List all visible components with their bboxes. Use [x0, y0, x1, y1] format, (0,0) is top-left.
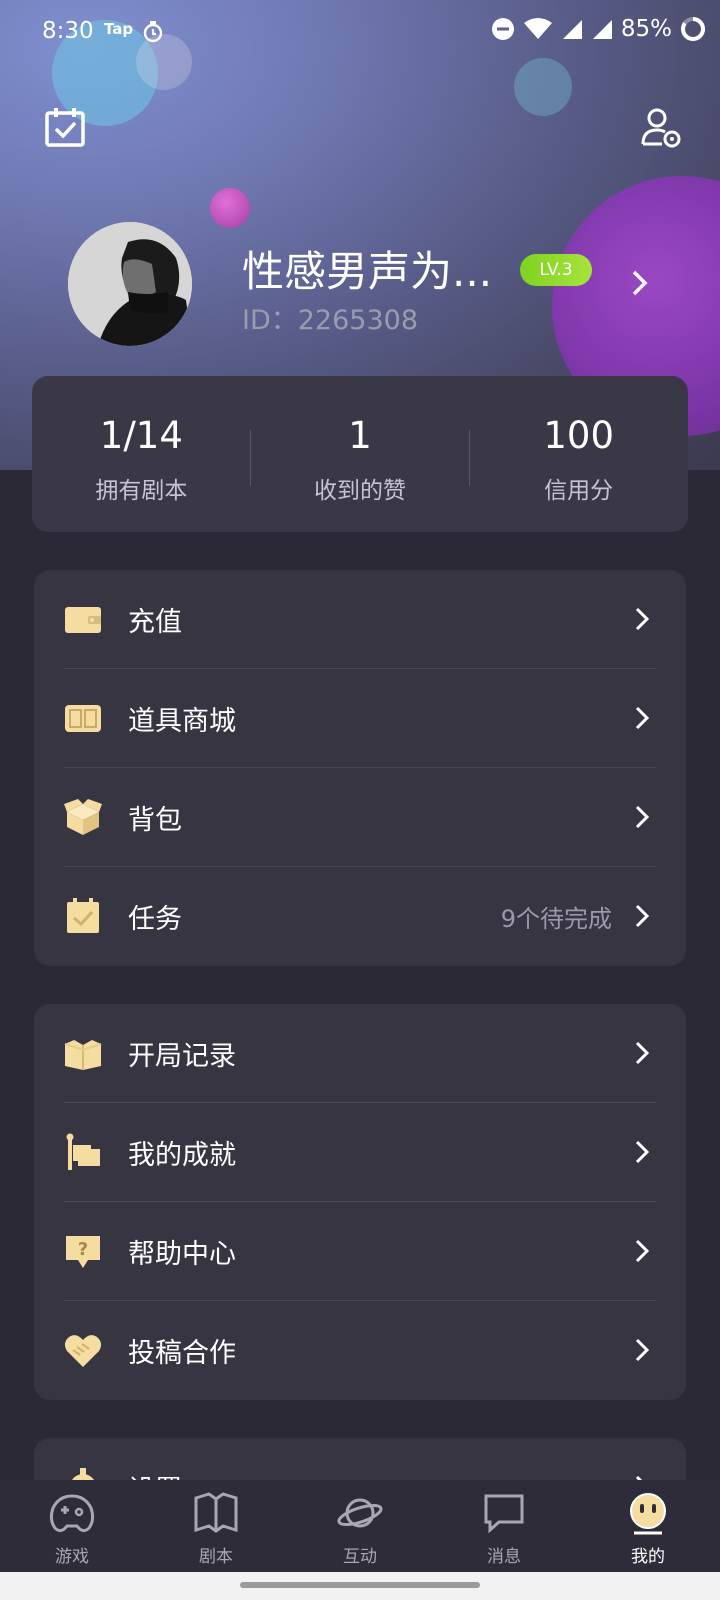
- task-icon: [67, 898, 99, 933]
- menu-item-label: 道具商城: [128, 706, 236, 737]
- tab-label: 游戏: [55, 1547, 89, 1567]
- tab-label: 剧本: [199, 1547, 233, 1567]
- menu-card-secondary: 开局记录 我的成就 ? 帮助中心 投稿合作: [34, 1004, 686, 1400]
- battery-icon: [681, 17, 705, 41]
- menu-item-label: 投稿合作: [128, 1338, 236, 1369]
- avatar-photo: [68, 222, 192, 346]
- profile-face-icon: [630, 1493, 666, 1535]
- chevron-right-icon: [635, 904, 650, 928]
- menu-item-achievements[interactable]: 我的成就: [34, 1103, 686, 1202]
- status-bar: 8:30 Tap 85%: [0, 14, 720, 50]
- tab-label: 我的: [631, 1547, 665, 1567]
- system-nav-bar: [0, 1572, 720, 1600]
- svg-text:?: ?: [78, 1239, 88, 1260]
- menu-item-game-records[interactable]: 开局记录: [34, 1004, 686, 1103]
- stat-credit-score[interactable]: 100 信用分: [469, 376, 688, 532]
- tap-notification-icon: Tap: [104, 20, 134, 38]
- alarm-icon: [143, 21, 163, 43]
- menu-item-label: 开局记录: [128, 1041, 236, 1072]
- box-icon: [64, 799, 102, 835]
- signal-icon: [592, 20, 612, 39]
- record-icon: [64, 1040, 102, 1070]
- chevron-right-icon: [635, 607, 650, 631]
- stat-label: 信用分: [544, 478, 614, 504]
- tab-me[interactable]: 我的: [576, 1480, 720, 1572]
- stat-value: 100: [543, 414, 614, 457]
- stat-label: 拥有剧本: [95, 478, 188, 504]
- menu-item-backpack[interactable]: 背包: [34, 768, 686, 867]
- stat-likes-received[interactable]: 1 收到的赞: [251, 376, 470, 532]
- menu-item-tasks[interactable]: 任务 9个待完成: [34, 867, 686, 966]
- chat-icon: [484, 1494, 524, 1534]
- signal-icon: [562, 20, 582, 39]
- chevron-right-icon: [635, 805, 650, 829]
- tab-games[interactable]: 游戏: [0, 1480, 144, 1572]
- avatar[interactable]: [68, 222, 192, 346]
- account-settings-icon[interactable]: [640, 106, 682, 148]
- chevron-right-icon: [635, 1338, 650, 1362]
- planet-icon: [337, 1498, 383, 1528]
- menu-card-primary: 充值 道具商城 背包 任务 9个待完成: [34, 570, 686, 966]
- calendar-checkin-icon[interactable]: [44, 106, 86, 148]
- decor-bubble: [514, 58, 572, 116]
- menu-item-recharge[interactable]: 充值: [34, 570, 686, 669]
- chevron-right-icon: [635, 1140, 650, 1164]
- status-time: 8:30: [42, 18, 94, 44]
- decor-bubble: [210, 188, 250, 228]
- level-badge: LV.3: [520, 254, 592, 286]
- chevron-right-icon: [635, 1239, 650, 1263]
- gamepad-icon: [49, 1494, 95, 1533]
- menu-item-help-center[interactable]: ? 帮助中心: [34, 1202, 686, 1301]
- flag-icon: [66, 1133, 100, 1170]
- wallet-icon: [65, 607, 101, 633]
- stat-scripts-owned[interactable]: 1/14 拥有剧本: [32, 376, 251, 532]
- handshake-icon: [64, 1335, 102, 1367]
- profile-page: 8:30 Tap 85% 性感男声为... LV.3 ID：2265308 1/…: [0, 0, 720, 1600]
- tab-interact[interactable]: 互动: [288, 1480, 432, 1572]
- stat-label: 收到的赞: [314, 478, 406, 504]
- tab-label: 消息: [487, 1547, 521, 1567]
- menu-item-label: 背包: [128, 805, 182, 836]
- wifi-icon: [523, 18, 552, 39]
- menu-item-contribute[interactable]: 投稿合作: [34, 1301, 686, 1400]
- dnd-icon: [491, 18, 514, 40]
- chevron-right-icon: [635, 1041, 650, 1065]
- stat-value: 1: [348, 414, 372, 457]
- user-nickname: 性感男声为...: [242, 247, 493, 296]
- shop-ticket-icon: [65, 705, 101, 732]
- menu-item-shop[interactable]: 道具商城: [34, 669, 686, 768]
- chevron-right-icon[interactable]: [628, 268, 652, 298]
- chevron-right-icon: [635, 706, 650, 730]
- battery-percent: 85%: [620, 16, 672, 42]
- stats-card: 1/14 拥有剧本 1 收到的赞 100 信用分: [32, 376, 688, 532]
- help-icon: ?: [66, 1236, 100, 1268]
- menu-item-label: 任务: [128, 904, 182, 935]
- menu-item-label: 充值: [128, 607, 182, 638]
- pending-tasks-count: 9个待完成: [500, 905, 612, 933]
- tab-label: 互动: [343, 1547, 377, 1567]
- stat-value: 1/14: [99, 414, 183, 457]
- tab-scripts[interactable]: 剧本: [144, 1480, 288, 1572]
- menu-item-label: 帮助中心: [128, 1239, 236, 1270]
- tab-messages[interactable]: 消息: [432, 1480, 576, 1572]
- bottom-tab-bar: 游戏 剧本 互动 消息 我的: [0, 1480, 720, 1572]
- user-id: ID：2265308: [242, 305, 419, 336]
- book-icon: [194, 1492, 238, 1533]
- menu-item-label: 我的成就: [128, 1140, 236, 1171]
- home-gesture-handle[interactable]: [240, 1582, 480, 1588]
